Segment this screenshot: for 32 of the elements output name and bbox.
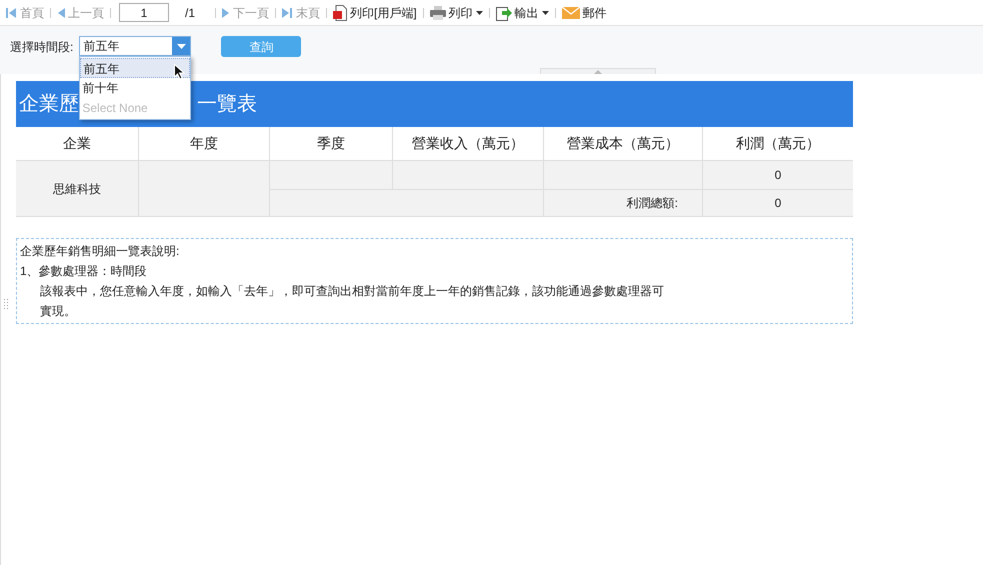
export-icon [496,4,512,20]
parameter-label: 選擇時間段: [10,39,74,56]
notes-paragraph: 該報表中，您任意輸入年度，如輸入「去年」，即可查詢出相對當前年度上一年的銷售記錄，該功能通過參數處理器可 [39,283,665,300]
up-triangle-icon [594,70,602,74]
notes-paragraph: 實現。 [39,303,77,320]
printer-icon [430,6,446,20]
first-page-icon [6,6,17,18]
right-arrow-icon [222,6,230,18]
toolbar-button[interactable]: 列印 [430,4,483,22]
toolbar-button[interactable]: 郵件 [562,4,607,22]
page-number-field[interactable]: 1 [119,3,169,22]
caret-icon [476,10,483,14]
report-title: 一覽表 [197,92,257,117]
caret-icon [542,10,549,14]
table-cell: 0 [703,190,853,217]
notes-heading: 企業歷年銷售明細一覽表說明: [20,243,180,260]
table-cell: 思維科技 [16,161,139,217]
cursor-icon [174,64,186,80]
notes-item: 1、參數處理器：時間段 [20,263,148,280]
envelope-icon [562,6,580,18]
last-page-icon [282,6,294,18]
dropdown-option[interactable]: 前十年 [80,78,190,98]
toolbar-button[interactable]: 列印[用戶端] [333,4,417,22]
dropdown-option[interactable]: 前五年 [80,58,190,78]
table-cell: 0 [703,161,853,190]
time-period-dropdown[interactable]: 前五年 [79,36,192,56]
left-arrow-icon [57,6,65,18]
toolbar-button[interactable]: 輸出 [496,4,549,22]
pdf-icon [333,4,348,20]
report-title: 企業歷 [19,92,79,117]
page-total: /1 [185,4,196,22]
table-cell: 利潤總額: [544,190,703,217]
